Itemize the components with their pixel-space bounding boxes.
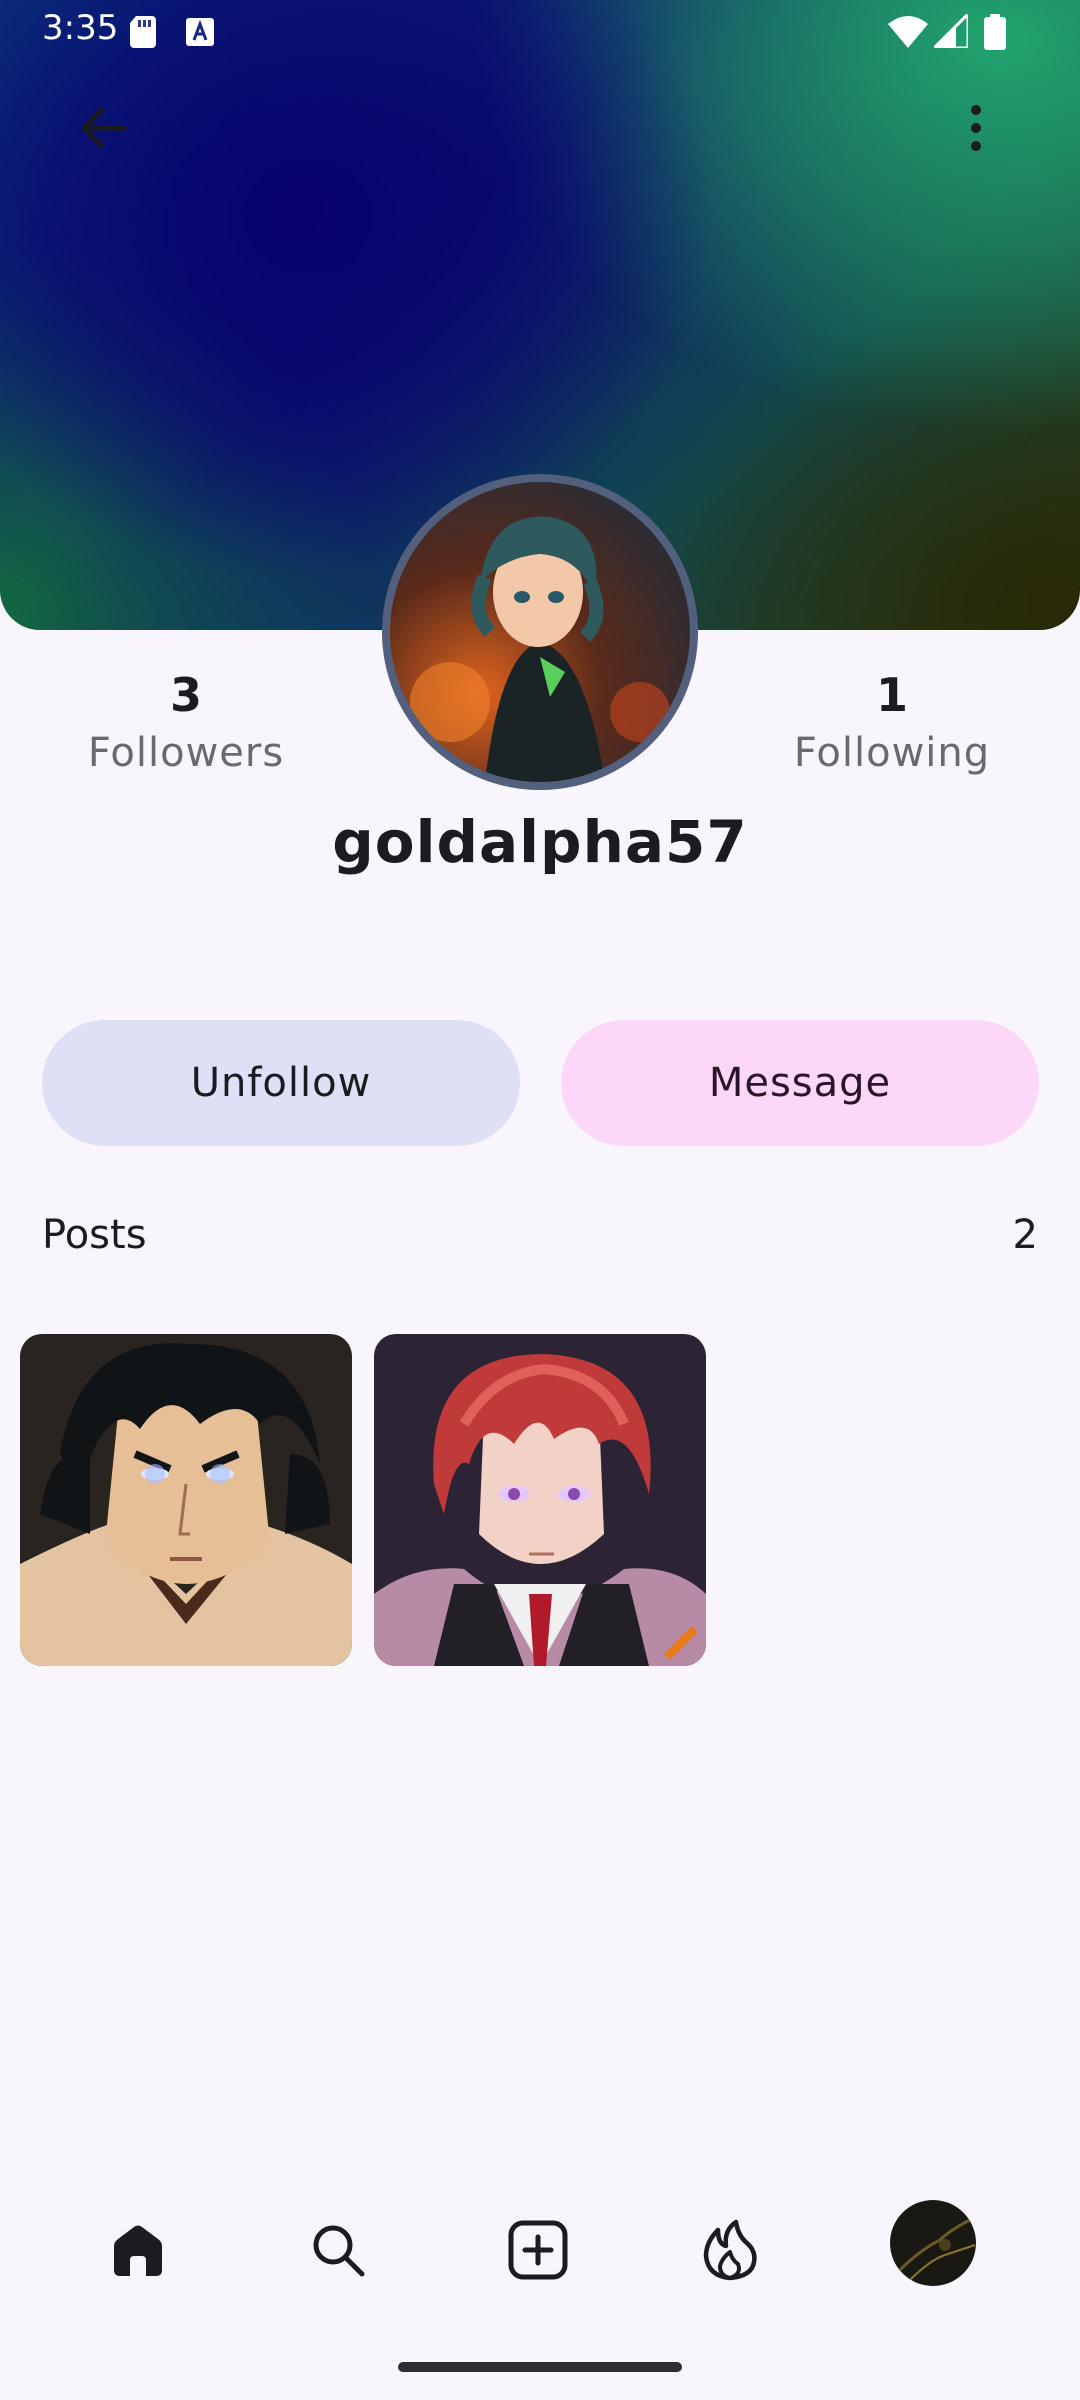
followers-count: 3 bbox=[169, 668, 202, 722]
avatar-image bbox=[390, 482, 690, 782]
profile-screen: 3:35 3 Followers 1 Following goldalpha57… bbox=[0, 0, 1080, 2400]
username: goldalpha57 bbox=[332, 808, 748, 876]
add-post-icon bbox=[508, 2220, 568, 2280]
nav-search[interactable] bbox=[298, 2210, 378, 2290]
posts-title: Posts bbox=[42, 1212, 147, 1258]
status-time: 3:35 bbox=[42, 8, 119, 48]
followers-stat[interactable]: 3 Followers bbox=[26, 665, 346, 781]
nav-add-post[interactable] bbox=[498, 2210, 578, 2290]
post-image bbox=[20, 1334, 352, 1666]
followers-label: Followers bbox=[87, 730, 285, 776]
back-button[interactable] bbox=[72, 96, 136, 160]
status-bar: 3:35 bbox=[0, 0, 1080, 64]
battery-icon bbox=[984, 14, 1006, 50]
posts-header: Posts 2 bbox=[42, 1212, 1038, 1272]
avatar[interactable] bbox=[382, 474, 698, 790]
unfollow-button[interactable]: Unfollow bbox=[42, 1020, 520, 1146]
nav-trending[interactable] bbox=[690, 2210, 770, 2290]
more-options-button[interactable] bbox=[944, 96, 1008, 160]
wifi-icon bbox=[888, 16, 928, 48]
signal-icon bbox=[934, 14, 968, 48]
post-thumbnail[interactable] bbox=[374, 1334, 706, 1666]
message-button[interactable]: Message bbox=[561, 1020, 1039, 1146]
post-thumbnail[interactable] bbox=[20, 1334, 352, 1666]
following-count: 1 bbox=[875, 668, 908, 722]
posts-count: 2 bbox=[1012, 1212, 1038, 1258]
profile-avatar-icon bbox=[890, 2200, 976, 2286]
bottom-navigation bbox=[0, 2180, 1080, 2310]
following-label: Following bbox=[793, 730, 991, 776]
search-icon bbox=[313, 2225, 365, 2277]
nav-profile-avatar[interactable] bbox=[890, 2200, 976, 2286]
a-notification-icon bbox=[186, 18, 214, 46]
nav-home[interactable] bbox=[98, 2210, 178, 2290]
sd-card-icon bbox=[130, 16, 156, 48]
following-stat[interactable]: 1 Following bbox=[732, 665, 1052, 781]
arrow-back-icon bbox=[81, 107, 127, 149]
home-indicator[interactable] bbox=[398, 2362, 682, 2372]
home-icon bbox=[114, 2225, 162, 2276]
trending-icon bbox=[703, 2219, 757, 2281]
more-vertical-icon bbox=[971, 105, 981, 151]
post-image bbox=[374, 1334, 706, 1666]
